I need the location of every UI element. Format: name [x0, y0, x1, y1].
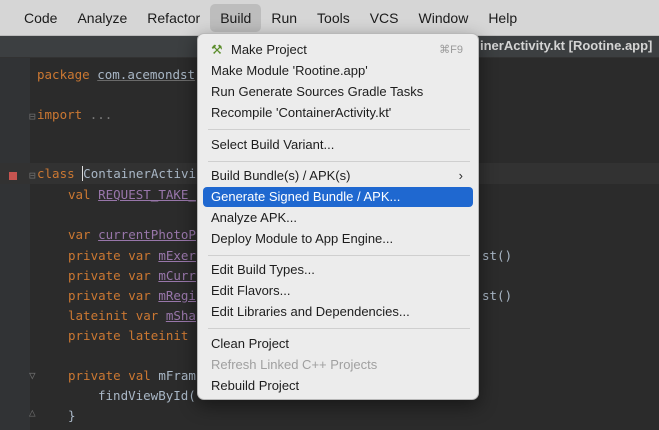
menu-build[interactable]: Build: [210, 3, 262, 32]
code-line: private var mCurr: [68, 266, 196, 286]
code-line: val REQUEST_TAKE_: [68, 185, 196, 205]
shortcut-label: ⌘F9: [439, 44, 463, 56]
code-line: findViewById(: [98, 388, 196, 403]
build-menu-dropdown: ⚒ Make Project ⌘F9 Make Module 'Rootine.a…: [197, 33, 479, 400]
menu-item-generate-signed-bundle[interactable]: Generate Signed Bundle / APK...: [203, 187, 473, 207]
menu-item-recompile[interactable]: Recompile 'ContainerActivity.kt': [203, 103, 473, 123]
menu-item-deploy-module[interactable]: Deploy Module to App Engine...: [203, 229, 473, 249]
property-name: currentPhotoP: [98, 227, 196, 242]
menu-analyze[interactable]: Analyze: [67, 4, 137, 32]
keyword: private lateinit: [68, 328, 189, 343]
menu-item-select-build-variant[interactable]: Select Build Variant...: [203, 135, 473, 155]
breakpoint-marker-icon[interactable]: [9, 172, 17, 180]
menu-tools[interactable]: Tools: [307, 4, 360, 32]
menu-separator: [208, 255, 470, 256]
code-line: private var mRegi: [68, 286, 196, 306]
keyword: val: [68, 187, 91, 202]
folded-imports[interactable]: ...: [90, 107, 113, 122]
package-name: com.acemondst: [97, 67, 196, 82]
menu-item-run-gradle-tasks[interactable]: Run Generate Sources Gradle Tasks: [203, 82, 473, 102]
keyword: private var: [68, 248, 151, 263]
keyword: private var: [68, 288, 151, 303]
property-name: mExer: [158, 248, 196, 263]
menu-vcs[interactable]: VCS: [360, 4, 409, 32]
keyword: import: [37, 107, 83, 122]
menu-item-edit-build-types[interactable]: Edit Build Types...: [203, 260, 473, 280]
menu-item-make-module[interactable]: Make Module 'Rootine.app': [203, 61, 473, 81]
code-line-tail: st(): [482, 288, 513, 303]
keyword: class: [37, 166, 75, 181]
menu-separator: [208, 129, 470, 130]
property-name: mRegi: [158, 288, 196, 303]
code-line: private val mFram: [68, 366, 196, 386]
code-line: package com.acemondst: [37, 65, 195, 85]
menu-item-edit-libraries[interactable]: Edit Libraries and Dependencies...: [203, 302, 473, 322]
menu-help[interactable]: Help: [478, 4, 527, 32]
menu-run[interactable]: Run: [261, 4, 307, 32]
hammer-icon: ⚒: [211, 42, 223, 57]
menu-item-label: Build Bundle(s) / APK(s): [211, 168, 351, 183]
menu-item-clean-project[interactable]: Clean Project: [203, 334, 473, 354]
menu-refactor[interactable]: Refactor: [137, 4, 210, 32]
keyword: var: [68, 227, 91, 242]
property-name: mSha: [165, 308, 196, 323]
fold-icon[interactable]: ▽: [29, 369, 36, 382]
property-name: REQUEST_TAKE_: [98, 187, 196, 202]
keyword: package: [37, 67, 90, 82]
menu-item-make-project[interactable]: ⚒ Make Project ⌘F9: [203, 40, 473, 60]
menu-separator: [208, 328, 470, 329]
code-line-tail: st(): [482, 248, 513, 263]
code-line: class ContainerActivi: [37, 164, 197, 184]
class-name: ContainerActivi: [82, 166, 197, 181]
property-name: mCurr: [158, 268, 196, 283]
editor-gutter: [0, 58, 30, 430]
chevron-right-icon: ›: [458, 168, 463, 183]
keyword: lateinit var: [68, 308, 159, 323]
code-line: import ...: [37, 105, 112, 125]
menu-item-label: Make Project: [231, 42, 307, 57]
menu-separator: [208, 161, 470, 162]
keyword: private val: [68, 368, 151, 383]
fold-icon[interactable]: ⊟: [29, 110, 36, 123]
fold-icon[interactable]: ⊟: [29, 169, 36, 182]
menu-bar: Code Analyze Refactor Build Run Tools VC…: [0, 0, 659, 36]
menu-item-build-bundle[interactable]: Build Bundle(s) / APK(s) ›: [203, 166, 473, 186]
menu-item-refresh-linked-cpp: Refresh Linked C++ Projects: [211, 357, 378, 372]
code-line: private lateinit: [68, 326, 188, 346]
code-line: lateinit var mSha: [68, 306, 196, 326]
property-name: mFram: [158, 368, 196, 383]
window-title: inerActivity.kt [Rootine.app]: [480, 38, 653, 53]
menu-window[interactable]: Window: [409, 4, 479, 32]
code-line: var currentPhotoP: [68, 225, 196, 245]
fold-icon[interactable]: △: [29, 406, 36, 419]
menu-item-edit-flavors[interactable]: Edit Flavors...: [203, 281, 473, 301]
menu-item-analyze-apk[interactable]: Analyze APK...: [203, 208, 473, 228]
code-line: private var mExer: [68, 246, 196, 266]
menu-item-rebuild-project[interactable]: Rebuild Project: [203, 376, 473, 396]
code-line: }: [68, 408, 76, 423]
menu-code[interactable]: Code: [14, 4, 67, 32]
keyword: private var: [68, 268, 151, 283]
